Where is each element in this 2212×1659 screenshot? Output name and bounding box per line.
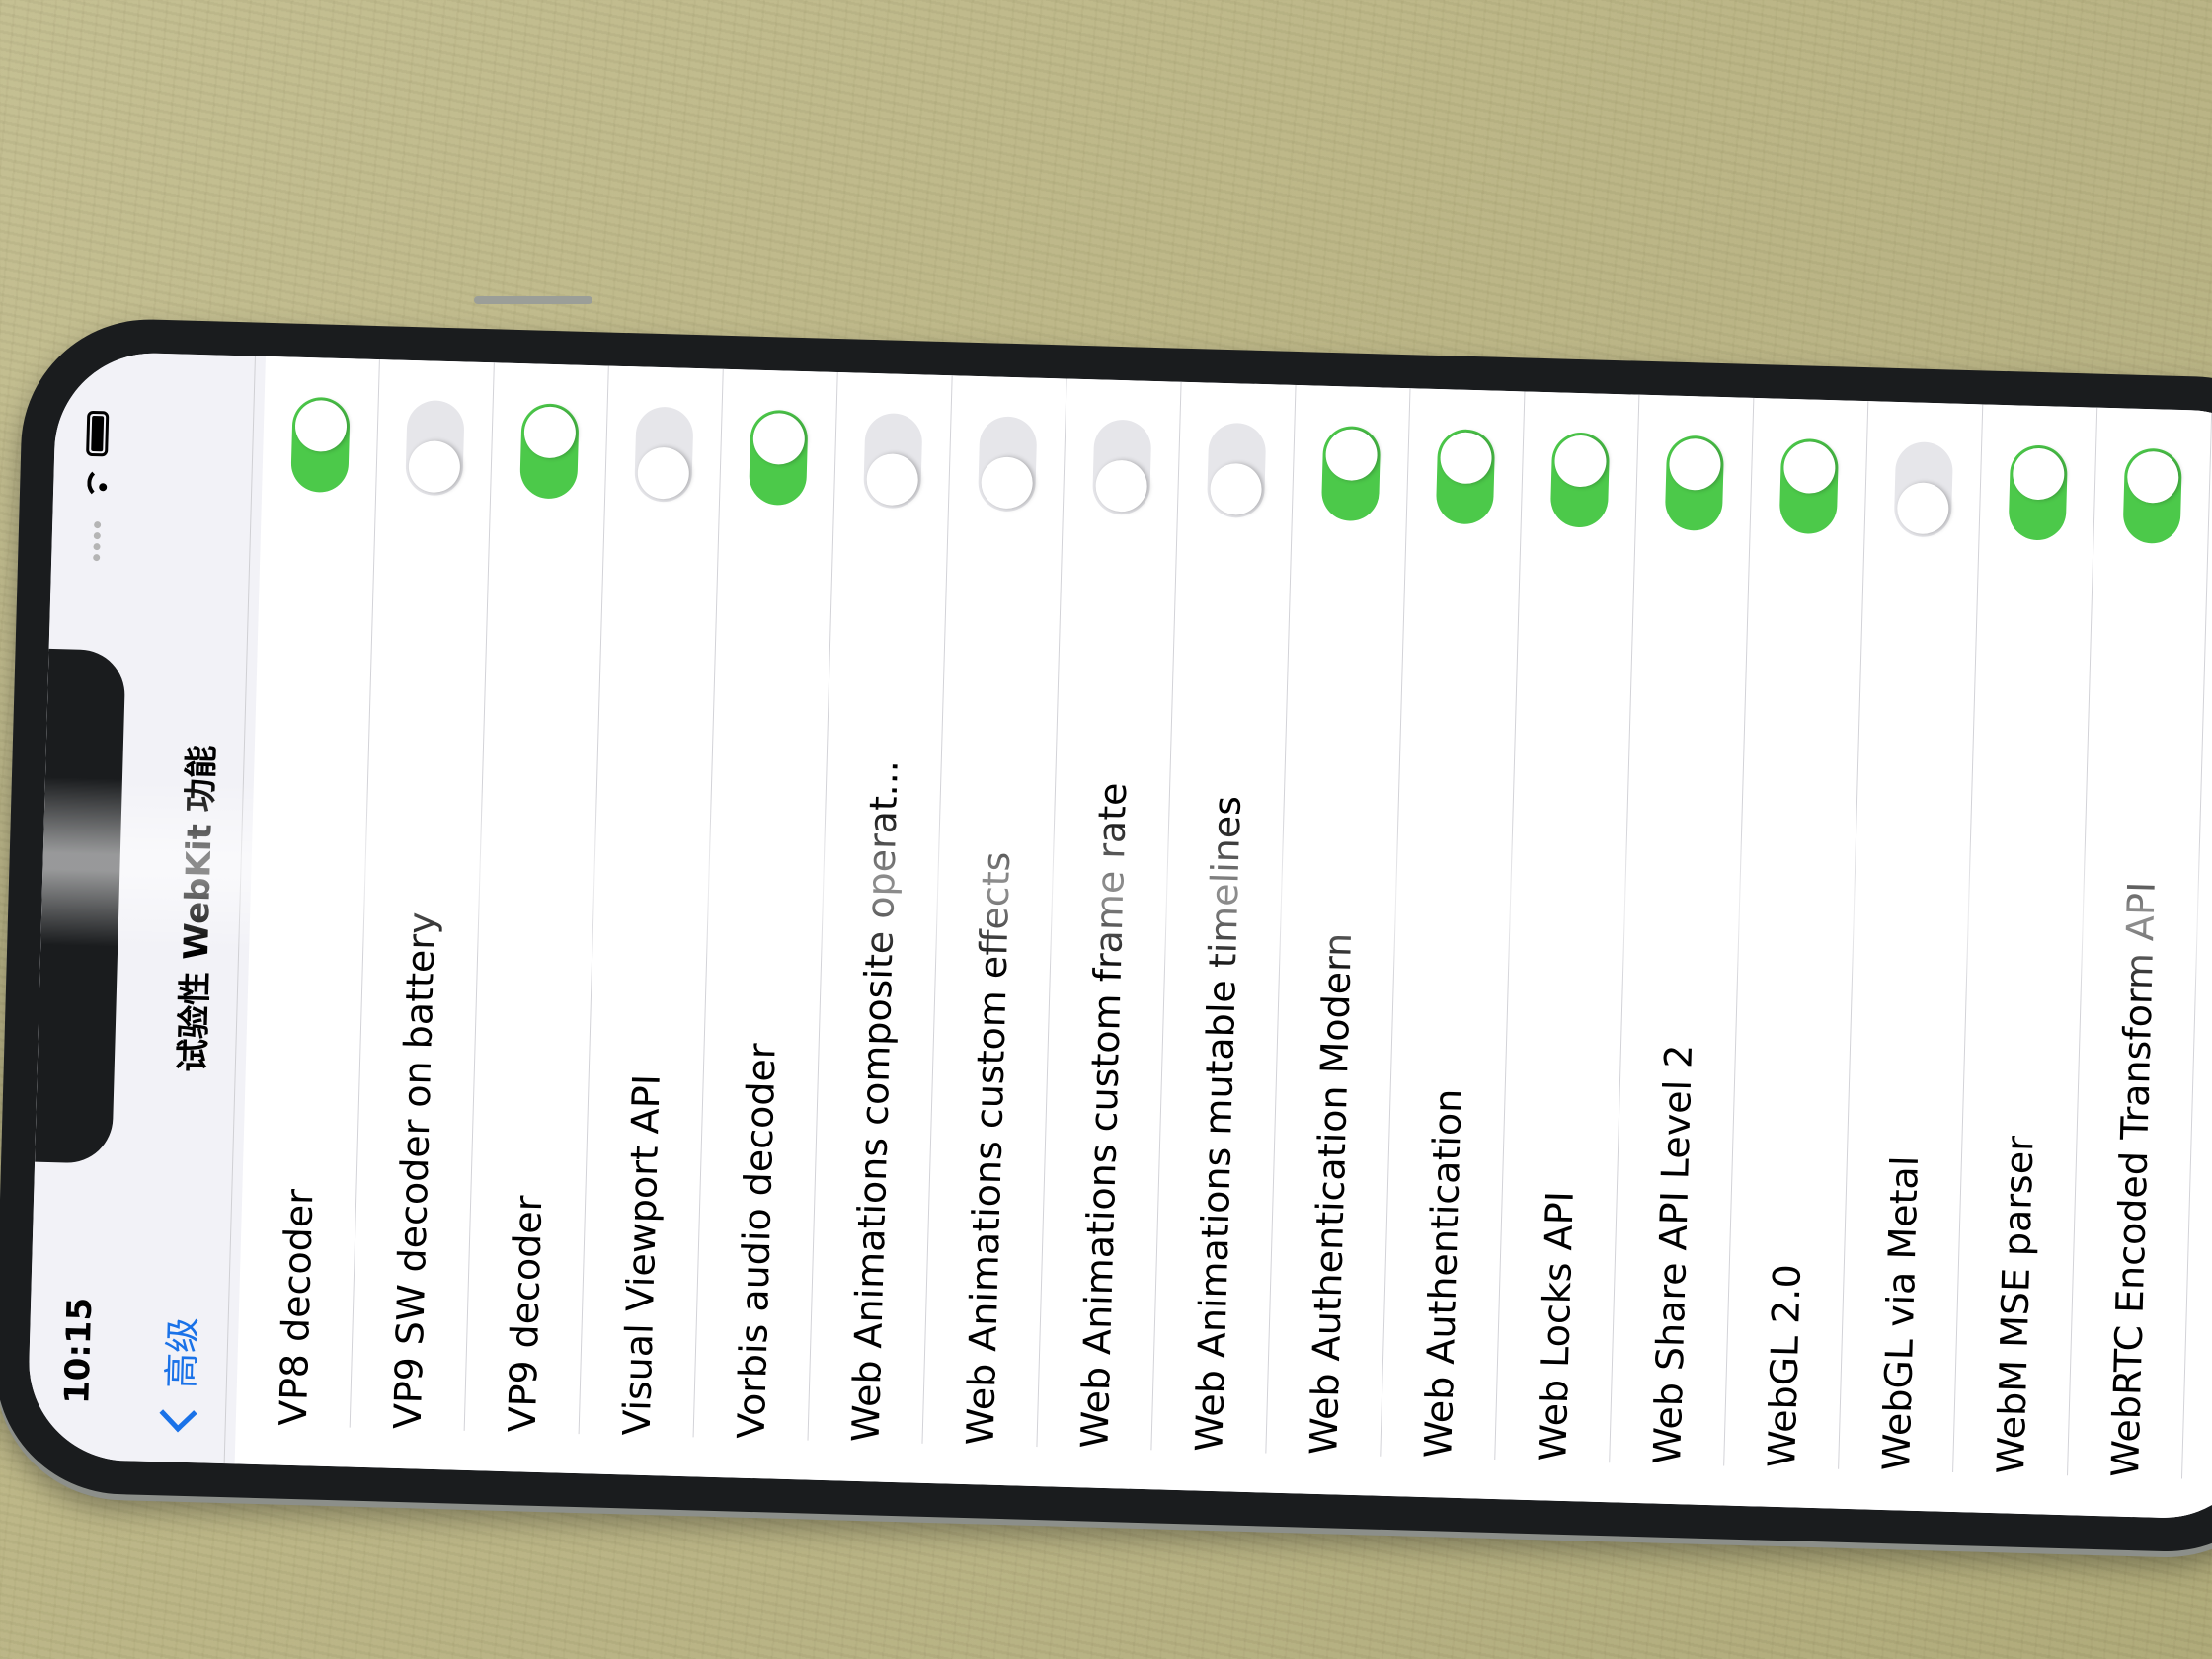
settings-row-label: Web Animations custom effects <box>958 850 1019 1447</box>
settings-toggle[interactable] <box>1893 440 1954 538</box>
settings-toggle[interactable] <box>862 412 923 510</box>
toggle-knob <box>866 452 919 507</box>
settings-toggle[interactable] <box>977 416 1038 513</box>
settings-row-label: WebGL via Metal <box>1874 1155 1927 1471</box>
settings-row-label: VP9 SW decoder on battery <box>385 910 444 1430</box>
toggle-knob <box>1553 434 1608 488</box>
toggle-knob <box>1668 437 1722 492</box>
toggle-knob <box>2012 447 2066 501</box>
settings-toggle[interactable] <box>1320 425 1382 522</box>
toggle-knob <box>1324 428 1379 482</box>
settings-row-label: Web Animations custom frame rate <box>1072 781 1136 1450</box>
status-time: 10:15 <box>57 1297 101 1405</box>
toggle-knob <box>980 456 1034 510</box>
battery-icon <box>86 410 110 457</box>
settings-row-label: Web Animations mutable timelines <box>1187 795 1249 1453</box>
settings-toggle[interactable] <box>1206 422 1267 519</box>
ios-settings-page: 10:15 高级 试验性 WebKit 功能 VP8 decoder VP9 SW… <box>26 350 2212 1521</box>
notch <box>35 648 126 1164</box>
toggle-knob <box>408 439 461 494</box>
toggle-knob <box>752 412 806 466</box>
settings-row-label: Web Authentication <box>1416 1088 1470 1460</box>
settings-row-label: Vorbis audio decoder <box>729 1042 784 1440</box>
toggle-knob <box>1209 462 1263 516</box>
settings-toggle[interactable] <box>748 409 809 507</box>
settings-toggle[interactable] <box>1664 434 1725 532</box>
toggle-knob <box>294 399 348 453</box>
settings-toggle[interactable] <box>1435 429 1496 525</box>
settings-toggle[interactable] <box>2008 444 2069 541</box>
settings-list: VP8 decoder VP9 SW decoder on battery VP9 … <box>234 356 2212 1521</box>
status-icons <box>83 410 110 562</box>
settings-row-label: WebM MSE parser <box>1989 1135 2042 1475</box>
settings-toggle[interactable] <box>2122 447 2183 545</box>
settings-row-label: Web Authentication Modern <box>1302 932 1361 1456</box>
settings-toggle[interactable] <box>519 403 580 500</box>
settings-toggle[interactable] <box>634 406 694 503</box>
settings-row-label: Web Share API Level 2 <box>1645 1044 1701 1465</box>
settings-row-label: Visual Viewport API <box>614 1073 669 1437</box>
toggle-knob <box>523 406 577 459</box>
settings-row-label: VP9 decoder <box>500 1195 551 1434</box>
settings-row-label: VP8 decoder <box>271 1188 322 1427</box>
toggle-knob <box>1094 459 1148 513</box>
settings-row-label: WebGL 2.0 <box>1760 1263 1809 1468</box>
settings-toggle[interactable] <box>1091 419 1152 515</box>
toggle-knob <box>2126 450 2179 504</box>
phone-device: 10:15 高级 试验性 WebKit 功能 VP8 decoder VP9 SW… <box>0 316 2212 1555</box>
settings-toggle[interactable] <box>1549 432 1611 528</box>
toggle-knob <box>1439 432 1493 485</box>
settings-row-label: WebRTC Encoded Transform API <box>2103 881 2164 1478</box>
signal-dots-icon <box>85 517 105 562</box>
wifi-icon <box>85 472 108 503</box>
settings-row-label: Web Locks API <box>1531 1190 1582 1462</box>
toggle-knob <box>1896 482 1950 535</box>
toggle-knob <box>1782 440 1837 495</box>
toggle-knob <box>637 446 690 500</box>
settings-toggle[interactable] <box>1778 437 1840 535</box>
settings-toggle[interactable] <box>290 396 351 494</box>
volume-button <box>474 296 592 304</box>
settings-row-label: Web Animations composite operat... <box>843 759 907 1443</box>
page-title: 试验性 WebKit 功能 <box>173 744 222 1073</box>
settings-toggle[interactable] <box>405 399 465 497</box>
phone-screen: 10:15 高级 试验性 WebKit 功能 VP8 decoder VP9 SW… <box>26 350 2212 1521</box>
